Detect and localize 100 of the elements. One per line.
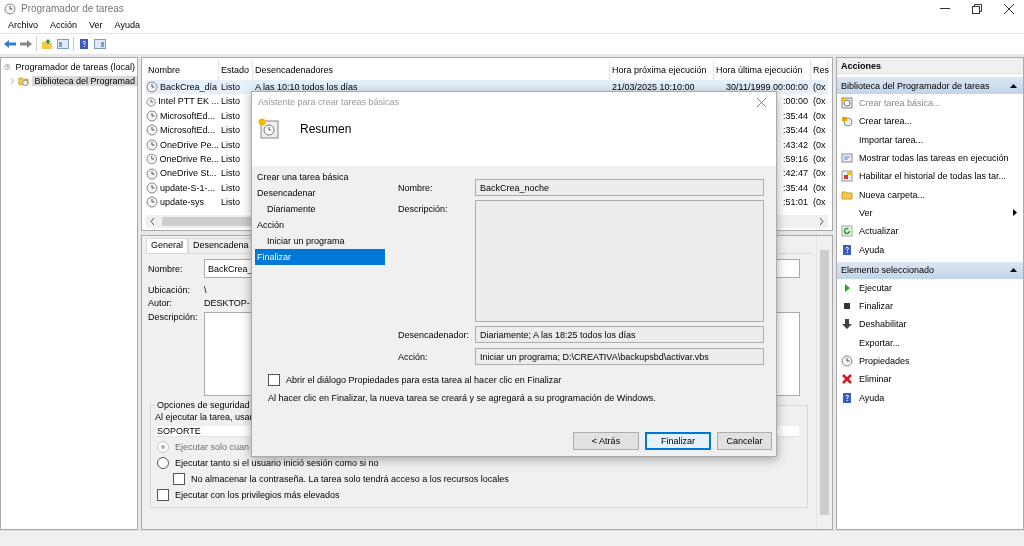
menu-item[interactable]: Ayuda	[114, 20, 140, 30]
info-text: Al hacer clic en Finalizar, la nueva tarea se creará y se agregará a su programación de Windows.	[268, 392, 657, 405]
action-item[interactable]: Nueva carpeta...	[837, 185, 1023, 204]
action-item[interactable]: Actualizar	[837, 222, 1023, 241]
action-field[interactable]: Iniciar un programa; D:\CREATIVA\backupsbd\activar.vbs	[475, 348, 764, 365]
table-cell-text: Listo	[221, 196, 240, 210]
table-cell-text: (0x	[813, 196, 826, 210]
action-item[interactable]: Ayuda	[837, 388, 1023, 407]
table-cell-text: (0x	[813, 138, 826, 152]
action-item[interactable]: Importar tarea...	[837, 130, 1023, 149]
clock-icon	[841, 115, 853, 128]
group-title: Opciones de seguridad	[156, 400, 251, 410]
wizard-step[interactable]: Iniciar un programa	[255, 233, 385, 249]
description-field[interactable]	[475, 200, 764, 322]
task-list-icon	[841, 152, 853, 165]
action-item[interactable]: Deshabilitar	[837, 315, 1023, 334]
action-item[interactable]: Habilitar el historial de todas las tar...	[837, 167, 1023, 186]
section-header[interactable]: Elemento seleccionado	[837, 261, 1023, 279]
table-cell-text: (0x	[813, 124, 826, 138]
checkbox[interactable]	[157, 489, 169, 501]
scroll-left-icon[interactable]	[150, 218, 154, 225]
refresh-icon	[841, 225, 853, 238]
dialog-title: Asistente para crear tareas básicas	[258, 97, 400, 107]
wizard-step[interactable]: Finalizar	[255, 249, 385, 265]
clock-icon	[4, 2, 16, 15]
clock-icon	[146, 181, 158, 194]
clock-icon	[146, 196, 158, 209]
trigger-field[interactable]: Diariamente; A las 18:25 todos los días	[475, 326, 764, 343]
section-header[interactable]: Biblioteca del Programador de tareas	[837, 77, 1023, 94]
table-cell-text: (0x	[813, 81, 826, 94]
radio-button[interactable]	[157, 457, 169, 469]
table-cell-text: (0x	[813, 181, 826, 195]
action-item[interactable]: Ejecutar	[837, 278, 1023, 297]
table-cell-text: :43:42	[782, 138, 808, 152]
clock-icon	[841, 355, 853, 367]
table-cell-text: (0x	[813, 109, 826, 123]
field-label: Desencadenador:	[398, 329, 471, 340]
clock-icon	[146, 138, 158, 151]
clock-icon	[146, 124, 158, 137]
table-cell-text: A las 10:10 todos los días	[255, 81, 358, 94]
action-item[interactable]: Ayuda	[837, 240, 1023, 259]
table-cell-text: Listo	[221, 95, 240, 109]
close-icon[interactable]	[1004, 3, 1014, 14]
table-cell-text: Intel PTT EK ...	[158, 95, 219, 109]
option-label[interactable]: Ejecutar tanto si el usuario inició sesión como si no	[175, 458, 379, 468]
dialog-button[interactable]: Cancelar	[717, 432, 772, 450]
action-item[interactable]: Propiedades	[837, 351, 1023, 371]
calendar-clock-icon	[258, 118, 280, 140]
action-item[interactable]: Eliminar	[837, 370, 1023, 389]
action-item[interactable]: Finalizar	[837, 296, 1023, 316]
dialog-button[interactable]: < Atrás	[573, 432, 639, 450]
field-label: Nombre:	[398, 182, 434, 193]
checkbox-label[interactable]: Abrir el diálogo Propiedades para esta tarea al hacer clic en Finalizar	[286, 375, 562, 385]
name-field[interactable]: BackCrea_noche	[475, 179, 764, 196]
calendar-clock-icon	[841, 97, 853, 110]
folder-icon	[841, 188, 853, 201]
action-item[interactable]: Mostrar todas las tareas en ejecución	[837, 148, 1023, 168]
table-cell-text: (0x	[813, 95, 826, 109]
help-icon	[78, 38, 90, 50]
checkbox[interactable]	[268, 374, 280, 386]
table-cell-text: MicrosoftEd...	[160, 109, 215, 123]
author-value: DESKTOP-	[204, 298, 250, 308]
wizard-step[interactable]: Diariamente	[255, 201, 385, 217]
tab[interactable]: Desencadena	[188, 238, 254, 253]
table-cell-text: :00:00	[782, 95, 808, 109]
wizard-step[interactable]: Crear una tarea básica	[255, 169, 385, 185]
panel-icon	[57, 38, 69, 50]
down-arrow-icon	[841, 318, 853, 331]
table-cell-text: MicrosoftEd...	[160, 124, 215, 138]
table-cell-text: Listo	[221, 109, 240, 123]
option-label[interactable]: No almacenar la contraseña. La tarea solo tendrá acceso a los recursos locales	[191, 474, 509, 484]
tab[interactable]: General	[146, 238, 189, 253]
action-item[interactable]: Crear tarea...	[837, 112, 1023, 131]
scroll-right-icon[interactable]	[820, 218, 824, 225]
dialog-heading: Resumen	[300, 122, 352, 136]
table-cell-text: :42:47	[782, 167, 808, 181]
dialog-button[interactable]: Finalizar	[645, 432, 711, 450]
help-icon	[841, 391, 853, 404]
menu-item[interactable]: Acción	[50, 20, 78, 30]
vertical-scrollbar[interactable]	[816, 236, 832, 529]
option-label[interactable]: Ejecutar con los privilegios más elevados	[175, 490, 340, 500]
table-cell-text: Listo	[221, 124, 240, 138]
run-as-label: Al ejecutar la tarea, usar	[155, 412, 254, 422]
action-item[interactable]: Exportar...	[837, 333, 1023, 352]
menu-item[interactable]: Archivo	[8, 20, 38, 30]
history-icon	[841, 170, 853, 183]
clock-icon	[146, 95, 157, 108]
maximize-icon[interactable]	[972, 3, 982, 14]
tree-item[interactable]: Biblioteca del Programad	[32, 76, 137, 86]
action-item[interactable]: Ver	[837, 203, 1023, 223]
wizard-step[interactable]: Desencadenar	[255, 185, 385, 201]
checkbox[interactable]	[173, 473, 185, 485]
table-cell-text: :59:16	[782, 152, 808, 166]
table-cell-text: :35:44	[782, 109, 808, 123]
table-cell-text: Listo	[221, 81, 240, 94]
wizard-step[interactable]: Acción	[255, 217, 385, 233]
clock-icon	[146, 109, 158, 122]
menu-item[interactable]: Ver	[89, 20, 103, 30]
tree-item[interactable]: Programador de tareas (local)	[13, 62, 137, 72]
clock-icon	[4, 61, 11, 73]
